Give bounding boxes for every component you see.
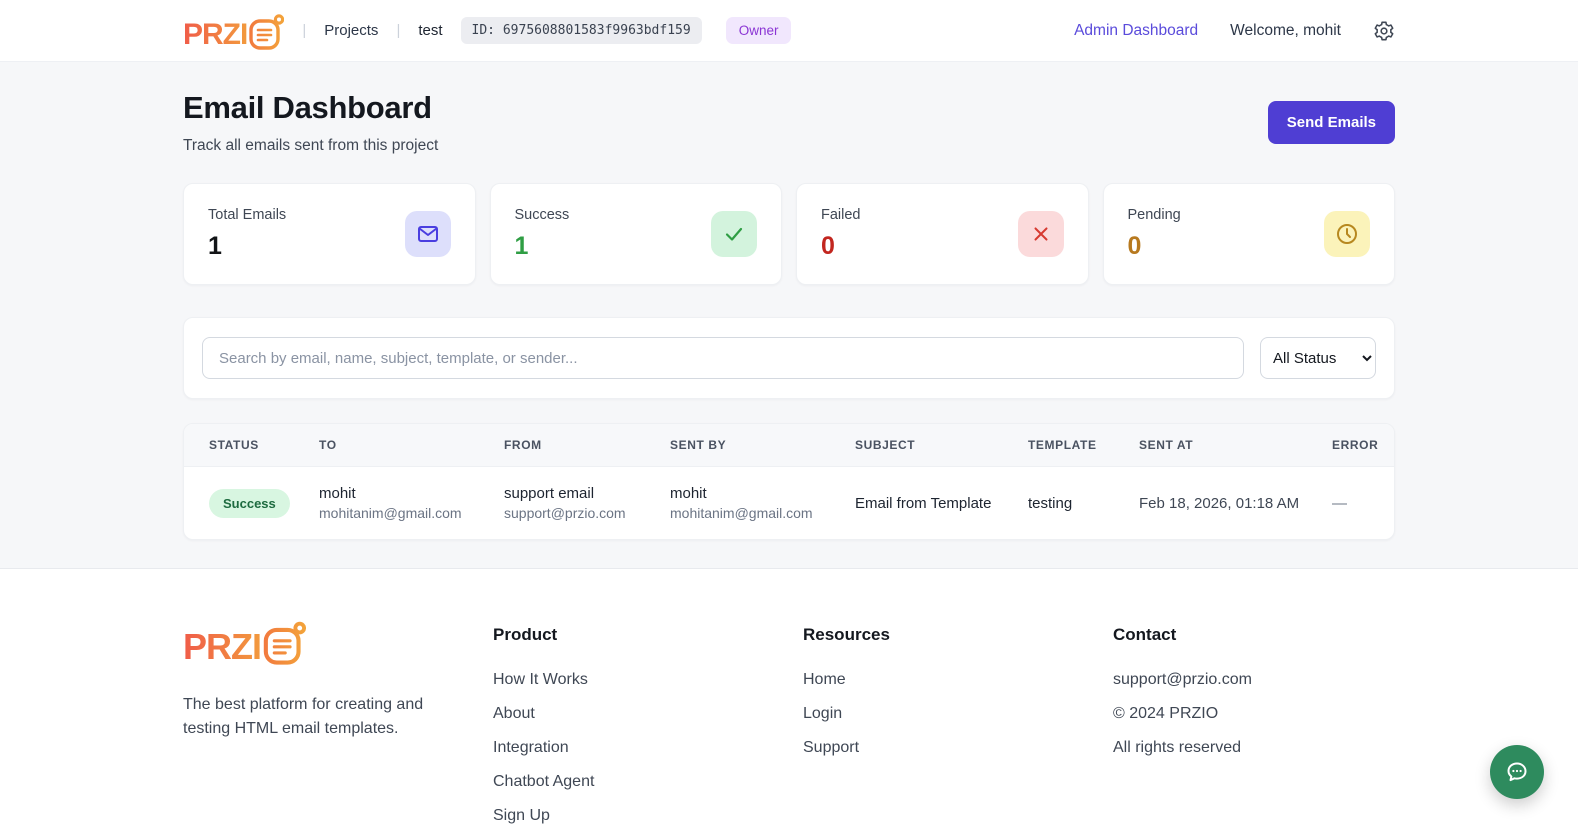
footer-link-sign-up[interactable]: Sign Up (493, 807, 803, 825)
stat-label: Pending (1127, 207, 1181, 223)
stat-card-success: Success 1 (489, 183, 782, 285)
status-filter-select[interactable]: All Status (1260, 337, 1376, 379)
stat-card-total-emails: Total Emails 1 (183, 183, 476, 285)
page-title: Email Dashboard (183, 90, 432, 125)
footer-tagline: The best platform for creating and testi… (183, 696, 424, 737)
emails-table: STATUS TO FROM SENT BY SUBJECT TEMPLATE … (184, 424, 1394, 539)
col-header-template: TEMPLATE (1028, 424, 1139, 467)
stat-value: 1 (208, 232, 222, 260)
footer-heading-product: Product (493, 625, 558, 644)
subject-cell: Email from Template (855, 466, 1028, 539)
footer-link-about[interactable]: About (493, 705, 803, 723)
footer-heading-resources: Resources (803, 625, 890, 644)
clock-icon (1324, 211, 1370, 257)
footer-contact-email: support@przio.com (1113, 671, 1252, 688)
error-cell: — (1332, 466, 1394, 539)
footer-heading-contact: Contact (1113, 625, 1177, 644)
footer-column-product: Product How It Works About Integration C… (493, 619, 803, 828)
col-header-subject: SUBJECT (855, 424, 1028, 467)
footer-column-resources: Resources Home Login Support (803, 619, 1113, 828)
from-email: support@przio.com (504, 505, 626, 521)
to-name: mohit (319, 485, 356, 502)
page-footer: PRZI The best platform for creating and … (0, 568, 1578, 828)
gear-icon[interactable] (1373, 20, 1395, 42)
project-name: test (418, 22, 443, 39)
brand-document-icon (248, 12, 285, 50)
stat-label: Success (514, 207, 570, 223)
footer-column-contact: Contact support@przio.com © 2024 PRZIO A… (1113, 619, 1395, 828)
stat-label: Failed (821, 207, 861, 223)
page-subtitle: Track all emails sent from this project (183, 137, 439, 154)
col-header-sent-at: SENT AT (1139, 424, 1332, 467)
brand-logo-text: PRZI (183, 17, 248, 51)
top-navigation-bar: PRZI | Projects | test ID: 6975608801583… (0, 0, 1578, 62)
footer-brand: PRZI The best platform for creating and … (183, 619, 493, 828)
footer-brand-document-icon (262, 619, 307, 665)
table-row[interactable]: Success mohit mohitanim@gmail.com suppor… (184, 466, 1394, 539)
chat-button[interactable] (1490, 745, 1544, 799)
footer-brand-logo[interactable]: PRZI (183, 619, 493, 665)
sent-at-cell: Feb 18, 2026, 01:18 AM (1139, 466, 1332, 539)
welcome-text: Welcome, mohit (1230, 21, 1341, 39)
x-icon (1017, 211, 1064, 257)
nav-projects-link[interactable]: Projects (324, 22, 378, 39)
footer-link-support[interactable]: Support (803, 739, 1113, 757)
footer-link-chatbot-agent[interactable]: Chatbot Agent (493, 773, 803, 791)
stat-value: 0 (1127, 232, 1142, 260)
col-header-from: FROM (504, 424, 670, 467)
search-input[interactable] (202, 337, 1244, 379)
chat-bubble-icon (1504, 759, 1530, 785)
divider: | (302, 22, 307, 39)
send-emails-button[interactable]: Send Emails (1267, 101, 1395, 144)
footer-link-home[interactable]: Home (803, 671, 1113, 689)
table-header-row: STATUS TO FROM SENT BY SUBJECT TEMPLATE … (184, 424, 1394, 467)
footer-rights: All rights reserved (1113, 739, 1242, 756)
mail-icon (404, 211, 451, 257)
stat-card-failed: Failed 0 (796, 183, 1089, 285)
stat-value: 1 (514, 232, 529, 260)
footer-copyright: © 2024 PRZIO (1113, 705, 1219, 722)
from-name: support email (504, 485, 595, 502)
main-content: Email Dashboard Track all emails sent fr… (0, 62, 1578, 568)
divider: | (396, 22, 401, 39)
role-badge: Owner (725, 17, 792, 44)
stats-row: Total Emails 1 Success 1 Failed 0 Pendin… (183, 183, 1395, 285)
stat-value: 0 (821, 232, 835, 260)
sent-by-email: mohitanim@gmail.com (670, 505, 813, 521)
stat-card-pending: Pending 0 (1102, 183, 1395, 285)
footer-link-how-it-works[interactable]: How It Works (493, 671, 803, 689)
template-cell: testing (1028, 466, 1139, 539)
to-email: mohitanim@gmail.com (319, 505, 462, 521)
admin-dashboard-link[interactable]: Admin Dashboard (1074, 22, 1198, 40)
stat-label: Total Emails (208, 207, 287, 223)
brand-logo[interactable]: PRZI (183, 12, 285, 51)
col-header-status: STATUS (184, 424, 319, 467)
footer-brand-logo-text: PRZI (183, 626, 262, 667)
footer-link-integration[interactable]: Integration (493, 739, 803, 757)
sent-by-name: mohit (670, 485, 707, 502)
check-icon (711, 211, 757, 257)
footer-link-login[interactable]: Login (803, 705, 1113, 723)
status-badge: Success (209, 488, 290, 518)
col-header-sent-by: SENT BY (670, 424, 855, 467)
project-id-badge: ID: 6975608801583f9963bdf159 (460, 17, 702, 44)
filter-bar: All Status (183, 317, 1395, 399)
emails-table-card: STATUS TO FROM SENT BY SUBJECT TEMPLATE … (183, 423, 1395, 540)
col-header-error: ERROR (1332, 424, 1394, 467)
col-header-to: TO (319, 424, 504, 467)
